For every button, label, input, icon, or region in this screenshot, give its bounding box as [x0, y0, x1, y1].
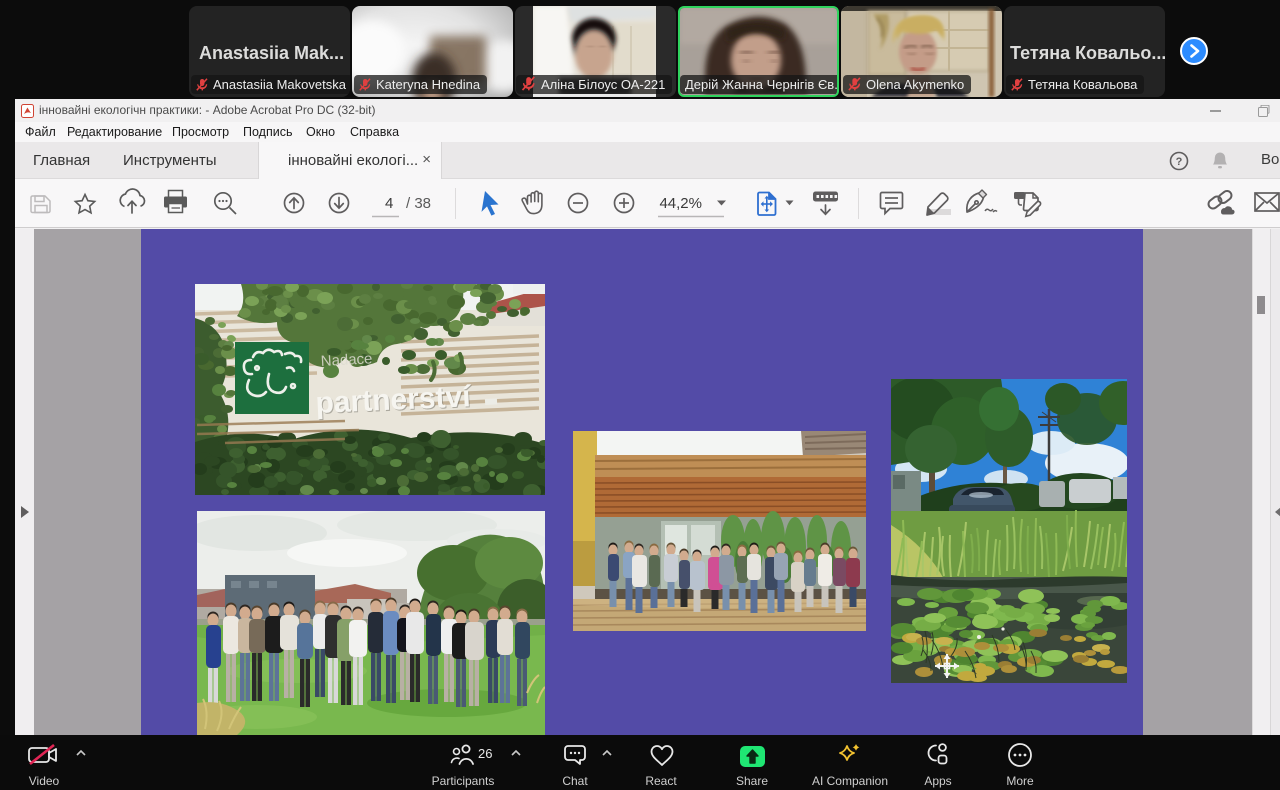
- svg-text:?: ?: [1176, 156, 1183, 168]
- svg-text:/ 38: / 38: [406, 195, 431, 212]
- svg-text:4: 4: [385, 195, 393, 212]
- svg-text:Nadace: Nadace: [320, 350, 373, 370]
- svg-text:partnerství: partnerství: [315, 380, 473, 420]
- svg-text:44,2%: 44,2%: [659, 195, 702, 212]
